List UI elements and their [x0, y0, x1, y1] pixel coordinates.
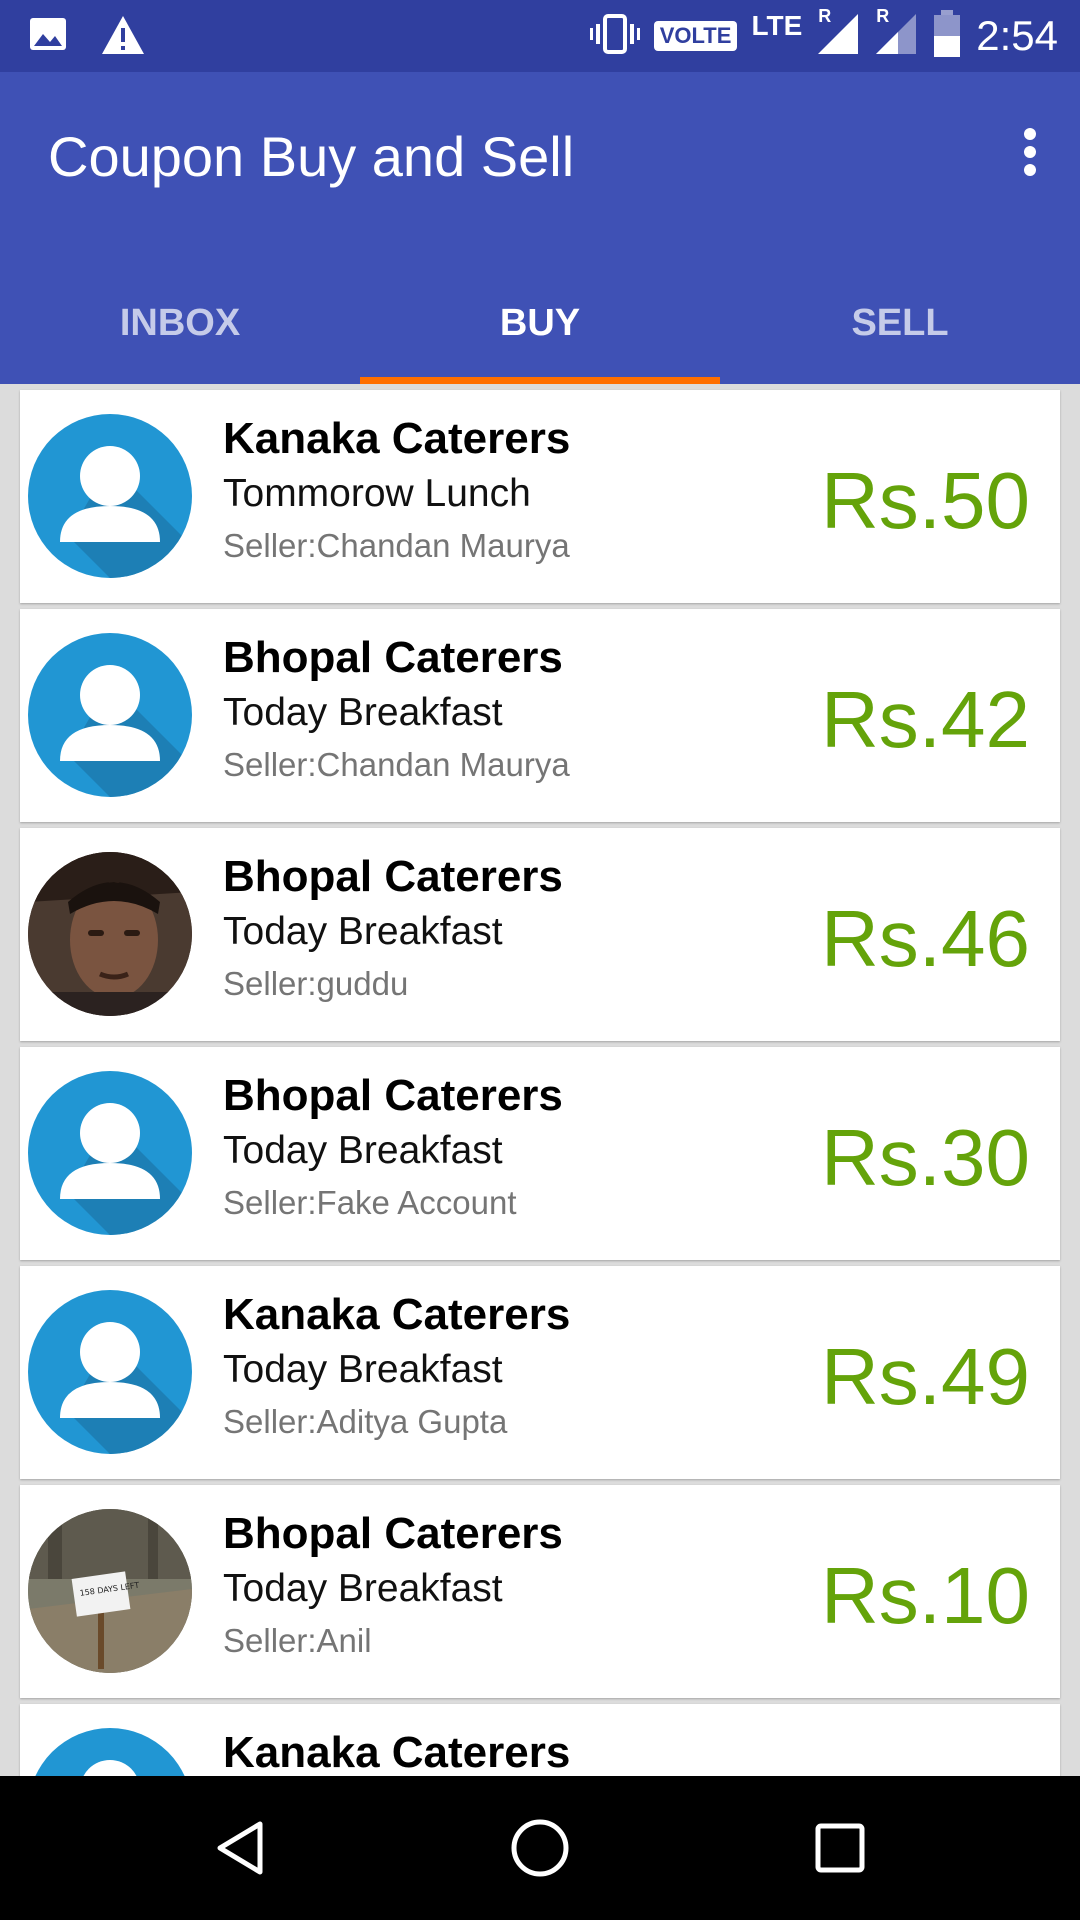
meal-label: Today Breakfast	[223, 1567, 503, 1610]
default-person-icon	[28, 1728, 192, 1776]
roaming-label-2: R	[876, 5, 890, 26]
meal-label: Today Breakfast	[223, 691, 503, 734]
seller-label: Seller:Chandan Maurya	[223, 527, 570, 564]
seller-label: Seller:Aditya Gupta	[223, 1403, 508, 1440]
price-label: Rs.42	[821, 675, 1030, 764]
seller-label: Seller:Fake Account	[223, 1184, 517, 1221]
meal-label: Tommorow Lunch	[223, 472, 531, 515]
caterer-name: Kanaka Caterers	[223, 1728, 571, 1776]
list-item[interactable]: 158 DAYS LEFT Bhopal Caterers Today Brea…	[20, 1485, 1060, 1698]
default-person-icon	[28, 1071, 192, 1235]
image-icon	[28, 14, 68, 61]
caterer-name: Bhopal Caterers	[223, 1509, 563, 1558]
tab-sell[interactable]: SELL	[720, 268, 1080, 384]
tab-buy[interactable]: BUY	[360, 268, 720, 384]
price-label: Rs.49	[821, 1332, 1030, 1421]
list-item[interactable]: Kanaka Caterers Today Breakfast Seller:A…	[20, 1266, 1060, 1479]
seller-label: Seller:Anil	[223, 1622, 372, 1659]
meal-label: Today Breakfast	[223, 910, 503, 953]
caterer-name: Bhopal Caterers	[223, 633, 563, 682]
default-person-icon	[28, 1290, 192, 1454]
volte-badge: VOLTE	[653, 21, 738, 51]
caterer-name: Bhopal Caterers	[223, 852, 563, 901]
roaming-label: R	[818, 5, 832, 26]
back-icon[interactable]	[210, 1818, 270, 1883]
home-icon[interactable]	[508, 1816, 572, 1885]
meal-label: Today Breakfast	[223, 1129, 503, 1172]
warning-icon	[100, 14, 146, 61]
list-item[interactable]: Kanaka Caterers	[20, 1704, 1060, 1776]
more-vert-icon[interactable]	[1010, 122, 1050, 182]
price-label: Rs.50	[821, 456, 1030, 545]
caterer-name: Kanaka Caterers	[223, 1290, 571, 1339]
default-person-icon	[28, 633, 192, 797]
coupon-list[interactable]: Kanaka Caterers Tommorow Lunch Seller:Ch…	[0, 384, 1080, 1776]
app-title: Coupon Buy and Sell	[48, 125, 575, 188]
signal-icon: R	[816, 6, 860, 61]
app-bar: Coupon Buy and Sell INBOX BUY SELL	[0, 72, 1080, 384]
battery-icon	[932, 9, 962, 63]
navigation-bar	[0, 1776, 1080, 1920]
signal-icon-2: R	[874, 6, 918, 61]
caterer-name: Kanaka Caterers	[223, 414, 571, 463]
tab-bar: INBOX BUY SELL	[0, 268, 1080, 384]
default-person-icon	[28, 414, 192, 578]
list-item[interactable]: Bhopal Caterers Today Breakfast Seller:F…	[20, 1047, 1060, 1260]
seller-label: Seller:Chandan Maurya	[223, 746, 570, 783]
lte-label: LTE	[751, 10, 803, 41]
price-label: Rs.30	[821, 1113, 1030, 1202]
user-photo: 158 DAYS LEFT	[28, 1509, 192, 1673]
user-photo	[28, 852, 192, 1016]
clock: 2:54	[976, 12, 1058, 59]
tab-inbox[interactable]: INBOX	[0, 268, 360, 384]
price-label: Rs.10	[821, 1551, 1030, 1640]
recents-icon[interactable]	[810, 1818, 870, 1883]
status-bar: VOLTE LTE R R 2:54	[0, 0, 1080, 72]
list-item[interactable]: Bhopal Caterers Today Breakfast Seller:g…	[20, 828, 1060, 1041]
price-label: Rs.46	[821, 894, 1030, 983]
seller-label: Seller:guddu	[223, 965, 409, 1002]
meal-label: Today Breakfast	[223, 1348, 503, 1391]
list-item[interactable]: Bhopal Caterers Today Breakfast Seller:C…	[20, 609, 1060, 822]
list-item[interactable]: Kanaka Caterers Tommorow Lunch Seller:Ch…	[20, 390, 1060, 603]
caterer-name: Bhopal Caterers	[223, 1071, 563, 1120]
vibrate-icon	[589, 12, 640, 61]
